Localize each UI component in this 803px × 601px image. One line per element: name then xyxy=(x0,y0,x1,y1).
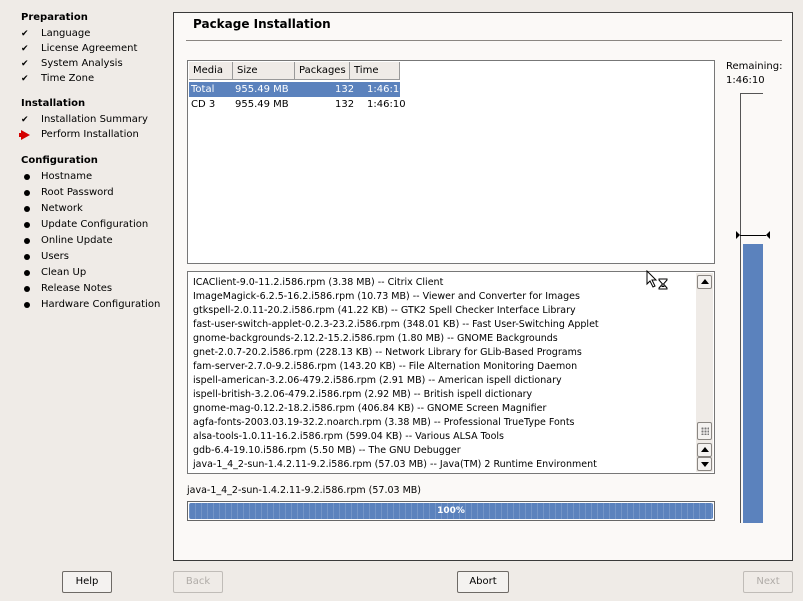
sidebar-item-label: Hardware Configuration xyxy=(41,299,161,310)
remaining-time: 1:46:10 xyxy=(726,75,765,86)
checkmark-icon xyxy=(21,72,33,86)
bullet-icon xyxy=(21,218,33,232)
list-item: ispell-british-3.2.06-479.2.i586.rpm (2.… xyxy=(193,389,533,400)
red-arrow-icon xyxy=(19,128,33,142)
table-row[interactable]: CD 3 955.49 MB 132 1:46:10 xyxy=(189,97,406,112)
remaining-marker xyxy=(736,231,770,241)
remaining-label: Remaining: xyxy=(726,61,783,72)
next-button[interactable]: Next xyxy=(743,571,793,593)
table-row[interactable]: Total 955.49 MB 132 1:46:10 xyxy=(189,82,406,97)
bullet-icon xyxy=(21,170,33,184)
scroll-up-button-lower[interactable] xyxy=(697,443,712,457)
bullet-icon xyxy=(21,234,33,248)
bullet-icon xyxy=(21,250,33,264)
list-item: fam-server-2.7.0-9.2.i586.rpm (143.20 KB… xyxy=(193,361,578,372)
back-button[interactable]: Back xyxy=(173,571,223,593)
section-title-preparation: Preparation xyxy=(21,12,88,23)
list-item: gnome-mag-0.12.2-18.2.i586.rpm (406.84 K… xyxy=(193,403,547,414)
sidebar-item-label: Clean Up xyxy=(41,267,87,278)
help-button[interactable]: Help xyxy=(62,571,112,593)
main-panel: Package Installation Media Size Packages… xyxy=(173,12,793,561)
sidebar-item-label: Time Zone xyxy=(41,73,95,84)
log-scrollbar[interactable] xyxy=(696,273,713,472)
package-log[interactable]: ICAClient-9.0-11.2.i586.rpm (3.38 MB) --… xyxy=(187,271,715,474)
scroll-thumb[interactable] xyxy=(697,422,712,440)
sidebar-item-label: Language xyxy=(41,28,91,39)
list-item: gtkspell-2.0.11-20.2.i586.rpm (41.22 KB)… xyxy=(193,305,576,316)
column-header-packages[interactable]: Packages xyxy=(295,62,350,80)
cell-media: Total xyxy=(191,84,215,95)
cell-time: 1:46:10 xyxy=(367,99,406,110)
sidebar-item-label: Root Password xyxy=(41,187,114,198)
sidebar-item-label: Network xyxy=(41,203,83,214)
list-item: gnet-2.0.7-20.2.i586.rpm (228.13 KB) -- … xyxy=(193,347,582,358)
title-divider xyxy=(186,40,782,41)
column-header-time[interactable]: Time xyxy=(350,62,400,80)
bullet-icon xyxy=(21,282,33,296)
checkmark-icon xyxy=(21,27,33,41)
media-table[interactable]: Media Size Packages Time Total 955.49 MB… xyxy=(187,60,715,264)
sidebar-item-label: License Agreement xyxy=(41,43,138,54)
cell-packages: 132 xyxy=(335,99,355,110)
sidebar-item-label: Installation Summary xyxy=(41,114,148,125)
sidebar-item-label: Perform Installation xyxy=(41,129,139,140)
scroll-down-button[interactable] xyxy=(697,457,712,471)
cell-time: 1:46:10 xyxy=(367,84,406,95)
sidebar-item-label: Update Configuration xyxy=(41,219,149,230)
list-item: gnome-backgrounds-2.12.2-15.2.i586.rpm (… xyxy=(193,333,558,344)
bullet-icon xyxy=(21,186,33,200)
list-item: alsa-tools-1.0.11-16.2.i586.rpm (599.04 … xyxy=(193,431,505,442)
checkmark-icon xyxy=(21,57,33,71)
list-item: gdb-6.4-19.10.i586.rpm (5.50 MB) -- The … xyxy=(193,445,461,456)
sidebar: Preparation Language License Agreement S… xyxy=(0,0,172,560)
list-item: ImageMagick-6.2.5-16.2.i586.rpm (10.73 M… xyxy=(193,291,580,302)
column-header-size[interactable]: Size xyxy=(233,62,295,80)
bullet-icon xyxy=(21,266,33,280)
cell-media: CD 3 xyxy=(191,99,216,110)
abort-button[interactable]: Abort xyxy=(457,571,509,593)
progress-label: 100% xyxy=(437,506,465,516)
cell-size: 955.49 MB xyxy=(235,99,289,110)
page-title: Package Installation xyxy=(193,17,331,31)
bullet-icon xyxy=(21,202,33,216)
media-table-header: Media Size Packages Time xyxy=(189,62,714,80)
sidebar-item-label: Online Update xyxy=(41,235,113,246)
sidebar-item-label: Users xyxy=(41,251,70,262)
current-package-label: java-1_4_2-sun-1.4.2.11-9.2.i586.rpm (57… xyxy=(187,485,421,496)
scroll-up-button[interactable] xyxy=(697,275,712,289)
checkmark-icon xyxy=(21,42,33,56)
list-item: ICAClient-9.0-11.2.i586.rpm (3.38 MB) --… xyxy=(193,277,444,288)
busy-cursor-icon xyxy=(646,269,670,292)
sidebar-item-label: Hostname xyxy=(41,171,93,182)
list-item: ispell-american-3.2.06-479.2.i586.rpm (2… xyxy=(193,375,562,386)
cell-size: 955.49 MB xyxy=(235,84,289,95)
sidebar-item-label: Release Notes xyxy=(41,283,113,294)
cell-packages: 132 xyxy=(335,84,355,95)
installation-progress-bar: 100% xyxy=(187,501,715,521)
column-header-media[interactable]: Media xyxy=(189,62,233,80)
remaining-time-fill xyxy=(743,244,763,523)
list-item: agfa-fonts-2003.03.19-32.2.noarch.rpm (3… xyxy=(193,417,575,428)
section-title-configuration: Configuration xyxy=(21,155,98,166)
checkmark-icon xyxy=(21,113,33,127)
remaining-time-bar xyxy=(740,93,763,523)
section-title-installation: Installation xyxy=(21,98,86,109)
list-item: java-1_4_2-sun-1.4.2.11-9.2.i586.rpm (57… xyxy=(193,459,597,470)
list-item: fast-user-switch-applet-0.2.3-23.2.i586.… xyxy=(193,319,599,330)
bullet-icon xyxy=(21,298,33,312)
sidebar-item-label: System Analysis xyxy=(41,58,123,69)
